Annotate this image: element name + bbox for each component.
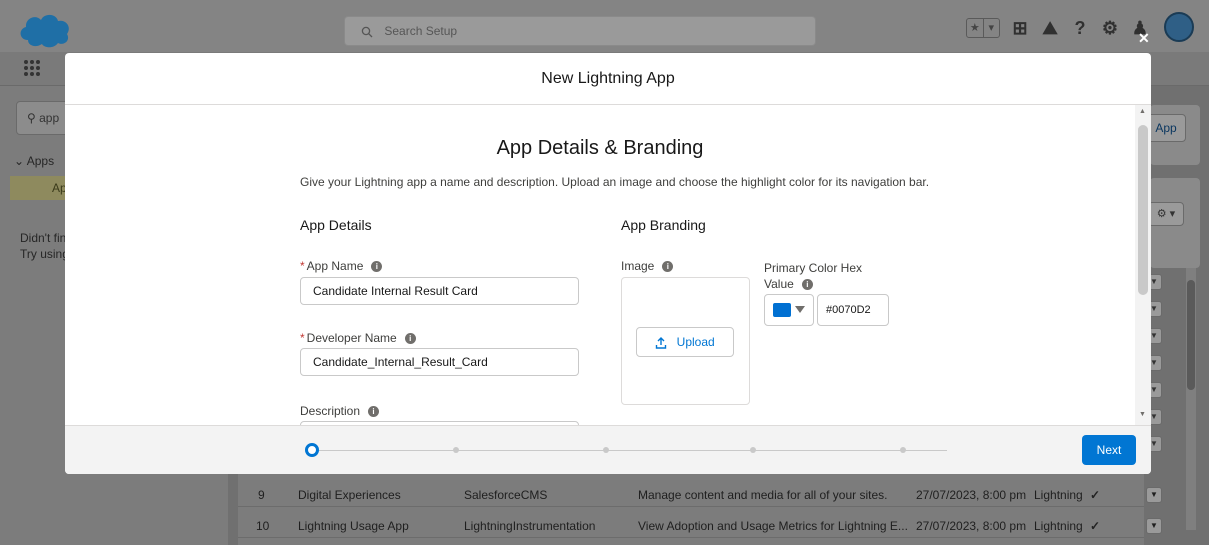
app-name-input[interactable]: Candidate Internal Result Card [300, 277, 579, 305]
app-branding-heading: App Branding [621, 217, 706, 233]
description: Manage content and media for all of your… [638, 487, 888, 502]
table-row: 9 Digital Experiences SalesforceCMS Mana… [238, 483, 1162, 507]
modal-title: New Lightning App [65, 53, 1151, 105]
app-name-label: * App Name i [300, 259, 383, 273]
developer-name: LightningInstrumentation [464, 518, 596, 533]
star-icon[interactable]: ★ [967, 19, 984, 37]
progress-track [319, 450, 947, 451]
sidebar-help-text: Didn't fin Try using [20, 230, 69, 262]
scroll-up-icon[interactable]: ▲ [1139, 108, 1146, 115]
app-details-heading: App Details [300, 217, 372, 233]
quick-find-value: app [39, 111, 60, 125]
help-icon[interactable]: ? [1070, 18, 1090, 38]
sidebar-group-label: Apps [26, 154, 55, 168]
favorites-dropdown-icon[interactable]: ▾ [984, 19, 1000, 37]
upload-label: Upload [676, 335, 715, 349]
close-modal-icon[interactable]: ✕ [1138, 30, 1150, 47]
developer-name: SalesforceCMS [464, 487, 548, 502]
sidebar-item-app-manager[interactable]: Ap [10, 176, 70, 200]
user-avatar[interactable] [1164, 12, 1194, 42]
section-title: App Details & Branding [496, 137, 704, 159]
trailhead-icon[interactable]: ⛰ [1040, 18, 1060, 38]
primary-color-label-line-2: Value i [764, 277, 813, 291]
chevron-down-icon: ⌄ [14, 154, 27, 168]
help-line-2: Try using [20, 247, 69, 261]
app-type: Lightning [1034, 518, 1083, 533]
modal-footer: Next [65, 425, 1151, 474]
last-modified: 27/07/2023, 8:00 pm [916, 487, 1027, 502]
favorites-control[interactable]: ★ ▾ [966, 18, 1000, 38]
progress-step[interactable] [453, 447, 459, 453]
info-icon[interactable]: i [371, 260, 383, 272]
upload-button[interactable]: Upload [636, 327, 734, 357]
global-header: Search Setup ★ ▾ ⊞ ⛰ ? ⚙ ♟ ✕ [0, 0, 1209, 52]
row-action-dropdown[interactable]: ▼ [1146, 486, 1162, 503]
image-label-text: Image [621, 259, 655, 273]
salesforce-logo-icon[interactable] [16, 10, 72, 48]
developer-name-label-text: Developer Name [306, 331, 397, 345]
search-icon: ⚲ [27, 111, 40, 125]
description: View Adoption and Usage Metrics for Ligh… [638, 518, 908, 533]
primary-color-label-text: Primary Color Hex [764, 261, 863, 275]
sidebar-group-apps[interactable]: ⌄ Apps [14, 154, 54, 168]
primary-color-value-label-text: Value [764, 277, 794, 291]
app-name-label-text: App Name [306, 259, 364, 273]
description-label: Description i [300, 404, 380, 418]
scroll-down-icon[interactable]: ▼ [1139, 411, 1146, 418]
app-launcher-icon[interactable] [24, 60, 40, 76]
search-placeholder: Search Setup [384, 24, 458, 38]
global-actions-icon[interactable]: ⊞ [1010, 18, 1030, 38]
progress-step[interactable] [750, 447, 756, 453]
info-icon[interactable]: i [404, 332, 416, 344]
search-icon [361, 26, 373, 38]
new-lightning-app-button[interactable]: App [1146, 114, 1186, 142]
progress-step[interactable] [900, 447, 906, 453]
info-icon[interactable]: i [368, 405, 380, 417]
list-scrollbar-thumb[interactable] [1187, 280, 1195, 390]
last-modified: 27/07/2023, 8:00 pm [916, 518, 1027, 533]
primary-color-label-line-1: Primary Color Hex [764, 261, 862, 275]
developer-name-input[interactable]: Candidate_Internal_Result_Card [300, 348, 579, 376]
help-line-1: Didn't fin [20, 231, 67, 245]
modal-body: App Details & Branding Give your Lightni… [65, 105, 1151, 449]
color-picker-button[interactable] [764, 294, 814, 326]
next-button[interactable]: Next [1082, 435, 1136, 465]
row-action-dropdown[interactable]: ▼ [1146, 517, 1162, 534]
upload-icon [656, 336, 667, 349]
progress-step[interactable] [603, 447, 609, 453]
setup-gear-icon[interactable]: ⚙ [1100, 18, 1120, 38]
modal-scrollbar-thumb[interactable] [1138, 125, 1148, 295]
progress-step-active[interactable] [305, 443, 319, 457]
header-utility-icons: ★ ▾ ⊞ ⛰ ? ⚙ ♟ [966, 14, 1150, 42]
row-number: 9 [258, 487, 265, 502]
table-row: 10 Lightning Usage App LightningInstrume… [238, 514, 1162, 538]
info-icon[interactable]: i [662, 260, 674, 272]
row-number: 10 [256, 518, 270, 533]
visible-check-icon: ✓ [1090, 518, 1101, 533]
section-description: Give your Lightning app a name and descr… [300, 175, 930, 189]
required-marker: * [300, 259, 305, 273]
info-icon[interactable]: i [801, 278, 813, 290]
new-lightning-app-modal: New Lightning App App Details & Branding… [65, 53, 1151, 474]
chevron-down-icon [795, 306, 805, 313]
setup-search-input[interactable]: Search Setup [344, 16, 816, 46]
app-type: Lightning [1034, 487, 1083, 502]
list-settings-dropdown[interactable]: ⚙ ▾ [1148, 202, 1184, 226]
app-label-link[interactable]: Digital Experiences [298, 488, 401, 502]
required-marker: * [300, 331, 305, 345]
description-label-text: Description [300, 404, 361, 418]
app-label-link[interactable]: Lightning Usage App [298, 519, 409, 533]
primary-color-hex-input[interactable]: #0070D2 [817, 294, 889, 326]
image-label: Image i [621, 259, 674, 273]
developer-name-label: * Developer Name i [300, 331, 416, 345]
visible-check-icon: ✓ [1090, 487, 1101, 502]
color-swatch [773, 303, 791, 317]
